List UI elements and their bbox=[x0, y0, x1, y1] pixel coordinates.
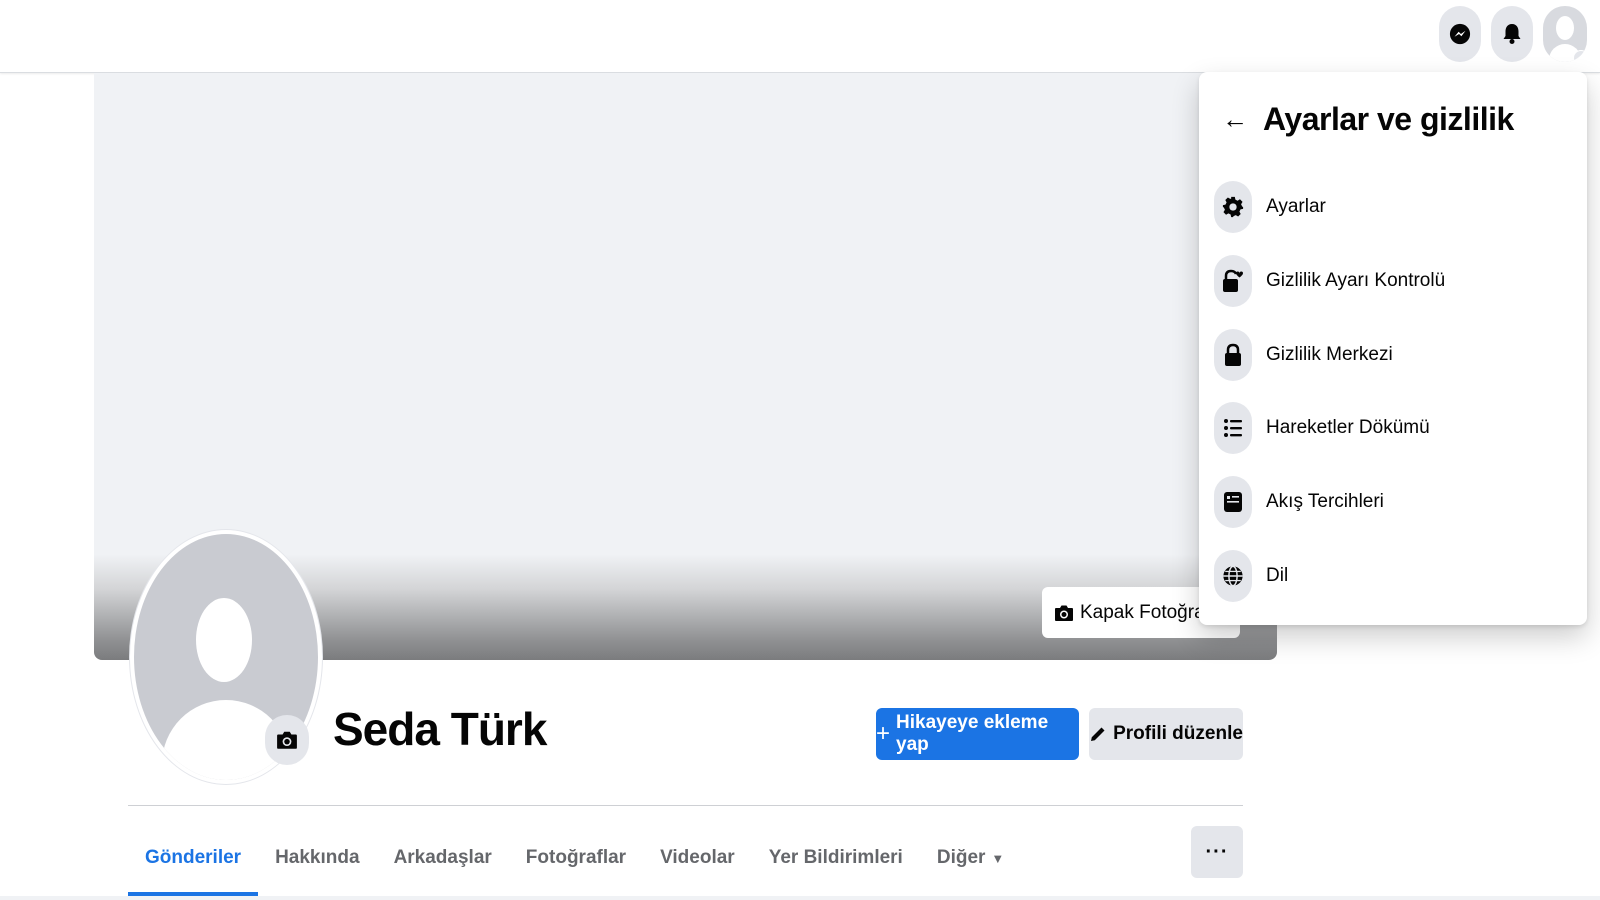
menu-item-feed-preferences[interactable]: Akış Tercihleri bbox=[1214, 469, 1572, 535]
chevron-down-icon: ⌄ bbox=[1573, 50, 1587, 62]
back-arrow-icon[interactable]: ← bbox=[1217, 94, 1253, 144]
caret-down-icon: ▼ bbox=[991, 850, 1005, 866]
add-to-story-button[interactable]: + Hikayeye ekleme yap bbox=[876, 708, 1079, 760]
page-background-strip bbox=[0, 896, 1600, 900]
tab-more[interactable]: Diğer ▼ bbox=[920, 820, 1021, 896]
account-avatar-icon bbox=[1556, 16, 1574, 40]
feed-icon bbox=[1224, 492, 1242, 512]
tab-posts[interactable]: Gönderiler bbox=[128, 820, 259, 896]
profile-name: Seda Türk bbox=[333, 703, 547, 755]
profile-tabs: Gönderiler Hakkında Arkadaşlar Fotoğrafl… bbox=[128, 820, 1021, 896]
tab-about[interactable]: Hakkında bbox=[258, 820, 376, 896]
list-icon bbox=[1224, 419, 1242, 437]
menu-item-label: Hareketler Dökümü bbox=[1266, 417, 1430, 438]
tab-check-ins[interactable]: Yer Bildirimleri bbox=[752, 820, 920, 896]
menu-item-label: Gizlilik Ayarı Kontrolü bbox=[1266, 270, 1446, 291]
tab-friends[interactable]: Arkadaşlar bbox=[377, 820, 509, 896]
add-to-story-label: Hikayeye ekleme yap bbox=[896, 712, 1049, 755]
update-profile-picture-button[interactable] bbox=[265, 715, 309, 765]
menu-item-language[interactable]: Dil bbox=[1214, 543, 1572, 609]
globe-icon bbox=[1223, 565, 1243, 587]
messenger-icon bbox=[1449, 23, 1471, 45]
gear-icon bbox=[1222, 196, 1244, 218]
top-navigation-bar: ⌄ bbox=[0, 0, 1600, 73]
menu-item-label: Ayarlar bbox=[1266, 196, 1326, 217]
camera-icon bbox=[277, 731, 297, 749]
edit-profile-label: Profili düzenle bbox=[1113, 723, 1243, 744]
notifications-button[interactable] bbox=[1491, 6, 1533, 62]
menu-item-activity-log[interactable]: Hareketler Dökümü bbox=[1214, 395, 1572, 461]
bell-icon bbox=[1503, 24, 1521, 44]
tab-photos[interactable]: Fotoğraflar bbox=[509, 820, 643, 896]
menu-header: ← Ayarlar ve gizlilik bbox=[1217, 94, 1514, 144]
menu-item-privacy-checkup[interactable]: Gizlilik Ayarı Kontrolü bbox=[1214, 248, 1572, 314]
lock-heart-icon bbox=[1223, 269, 1243, 292]
menu-item-label: Akış Tercihleri bbox=[1266, 491, 1384, 512]
plus-icon: + bbox=[876, 720, 891, 747]
settings-privacy-menu: ← Ayarlar ve gizlilik Ayarlar Gizlilik A… bbox=[1199, 72, 1587, 625]
divider bbox=[128, 805, 1243, 806]
menu-item-privacy-center[interactable]: Gizlilik Merkezi bbox=[1214, 322, 1572, 388]
menu-title: Ayarlar ve gizlilik bbox=[1263, 100, 1514, 137]
lock-icon bbox=[1225, 343, 1241, 366]
more-options-button[interactable]: ··· bbox=[1191, 826, 1243, 878]
pencil-icon bbox=[1091, 727, 1105, 741]
menu-item-settings[interactable]: Ayarlar bbox=[1214, 174, 1572, 240]
menu-item-label: Dil bbox=[1266, 565, 1289, 586]
menu-item-label: Gizlilik Merkezi bbox=[1266, 344, 1393, 365]
messenger-button[interactable] bbox=[1439, 6, 1481, 62]
account-menu-button[interactable]: ⌄ bbox=[1543, 6, 1587, 62]
edit-cover-photo-label: Kapak Fotoğrafı bbox=[1080, 601, 1216, 623]
camera-icon bbox=[1055, 605, 1073, 621]
edit-profile-button[interactable]: Profili düzenle bbox=[1089, 708, 1243, 760]
tab-videos[interactable]: Videolar bbox=[643, 820, 752, 896]
